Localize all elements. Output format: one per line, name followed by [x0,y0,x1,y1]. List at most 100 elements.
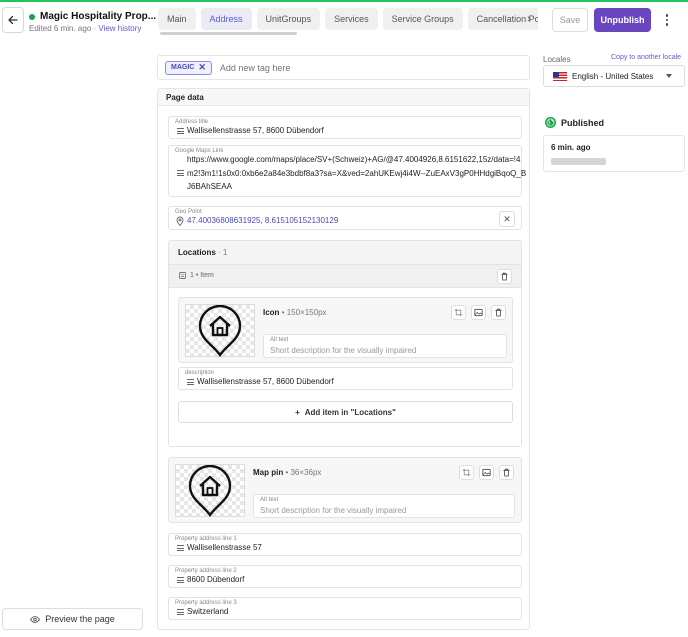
address-line-1-label: Property address line 1 [175,536,237,542]
address-line-3-field[interactable]: Property address line 3 Switzerland [168,597,522,620]
address-line-1-value: Wallisellenstrasse 57 [187,543,262,552]
map-pin-alt-text-field[interactable]: Alt text Short description for the visua… [253,494,515,518]
document-meta: Edited 6 min. ago · View history [29,24,141,33]
locations-title: Locations · 1 [178,248,227,257]
description-label: description [185,370,215,376]
description-value: Wallisellenstrasse 57, 8600 Dübendorf [197,377,334,386]
icon-image-dims: • 150×150px [281,308,327,317]
locale-value: English - United States [572,71,654,81]
unpublish-button[interactable]: Unpublish [594,8,651,32]
tag-chip: MAGIC ✕ [165,60,212,75]
address-title-label: Address title [175,119,209,125]
copy-to-locale-link[interactable]: Copy to another locale [611,54,681,61]
chevron-right-icon[interactable]: › [522,10,536,28]
tag-bar: MAGIC ✕ [157,55,530,80]
locale-select[interactable]: English - United States [543,65,685,87]
text-lines-icon [177,170,184,176]
document-title-text: Magic Hospitality Prop... [40,11,157,22]
location-item-body: Icon • 150×150px Alt text Short descript… [169,288,521,446]
replace-image-button[interactable] [479,465,494,480]
text-lines-icon [177,128,184,134]
preview-page-button[interactable]: Preview the page [2,608,143,630]
map-pin-image-title: Map pin • 36×36px [253,468,321,477]
geo-point-field[interactable]: Geo Point 47.40036808631925, 8.615105152… [168,206,522,230]
tab-unitgroups[interactable]: UnitGroups [256,8,321,30]
delete-image-button[interactable] [499,465,514,480]
more-options-icon[interactable] [661,10,673,30]
icon-image-title: Icon • 150×150px [263,308,327,317]
published-time: 6 min. ago [551,143,591,152]
text-lines-icon [177,545,184,551]
text-lines-icon [177,609,184,615]
map-pin-alt-text-placeholder: Short description for the visually impai… [260,506,407,515]
icon-alt-text-field[interactable]: Alt text Short description for the visua… [263,334,507,358]
crop-icon [454,308,463,317]
add-location-item-label: Add item in "Locations" [304,407,396,417]
icon-image-field: Icon • 150×150px Alt text Short descript… [178,297,513,363]
delete-item-button[interactable] [497,269,512,284]
eye-icon [30,615,41,623]
us-flag-icon [553,71,567,81]
address-line-2-field[interactable]: Property address line 2 8600 Dübendorf [168,565,522,588]
address-title-value: Wallisellenstrasse 57, 8600 Dübendorf [187,126,324,135]
house-pin-icon [188,464,232,517]
view-history-link[interactable]: View history [98,24,141,33]
caret-down-icon [666,74,672,78]
crop-image-button[interactable] [459,465,474,480]
clear-geo-point-icon[interactable]: ✕ [499,211,515,227]
locations-title-text: Locations [178,248,216,257]
locations-count: · 1 [218,248,228,257]
location-item-text: 1 • Item [190,272,214,279]
tab-service-groups[interactable]: Service Groups [382,8,463,30]
location-item-header[interactable]: 1 • Item [169,264,521,288]
tab-services[interactable]: Services [325,8,378,30]
preview-page-label: Preview the page [45,614,115,624]
edited-time: Edited 6 min. ago [29,24,92,33]
crop-icon [462,468,471,477]
globe-icon [545,117,556,128]
address-line-1-field[interactable]: Property address line 1 Wallisellenstras… [168,533,522,556]
tab-scrollbar[interactable] [160,32,297,35]
trash-icon [495,308,502,317]
remove-tag-icon[interactable]: ✕ [198,62,206,73]
tab-bar: Main Address UnitGroups Services Service… [158,8,538,32]
crop-image-button[interactable] [451,305,466,320]
location-item-label: 1 • Item [179,272,214,279]
tab-address[interactable]: Address [200,8,252,30]
address-line-3-label: Property address line 3 [175,600,237,606]
tag-label: MAGIC [171,64,195,71]
geo-point-label: Geo Point [175,209,202,215]
description-field[interactable]: description Wallisellenstrasse 57, 8600 … [178,367,513,390]
plus-icon: + [295,407,300,417]
save-button[interactable]: Save [552,8,588,32]
address-line-3-value: Switzerland [187,607,229,616]
status-dot-icon [29,13,35,20]
publish-history-card: 6 min. ago [543,135,685,172]
icon-image-name: Icon [263,308,280,317]
published-label: Published [561,117,605,128]
replace-image-button[interactable] [471,305,486,320]
map-pin-image-name: Map pin [253,468,284,477]
page-data-heading: Page data [158,89,529,106]
trash-icon [503,468,510,477]
maps-link-value: https://www.google.com/maps/place/SV+(Sc… [187,155,527,191]
house-pin-icon [198,304,242,357]
published-status: Published [545,117,604,128]
top-accent-line [0,0,688,2]
tab-main[interactable]: Main [158,8,196,30]
maps-link-field[interactable]: Google Maps Link https://www.google.com/… [168,145,526,197]
delete-image-button[interactable] [491,305,506,320]
published-by-redacted [551,158,606,165]
map-pin-image-thumbnail[interactable] [175,464,245,517]
icon-alt-text-placeholder: Short description for the visually impai… [270,346,417,355]
map-pin-image-field: Map pin • 36×36px Alt text Short descrip… [168,457,522,523]
icon-image-thumbnail[interactable] [185,304,255,357]
geo-point-value: 47.40036808631925, 8.615105152130129 [187,216,339,225]
map-pin-icon [176,216,184,226]
image-icon [474,308,483,317]
address-title-field[interactable]: Address title Wallisellenstrasse 57, 860… [168,116,522,139]
add-tag-input[interactable] [219,62,400,73]
text-lines-icon [187,379,194,385]
add-location-item-button[interactable]: + Add item in "Locations" [178,401,513,423]
back-button[interactable] [2,7,24,33]
